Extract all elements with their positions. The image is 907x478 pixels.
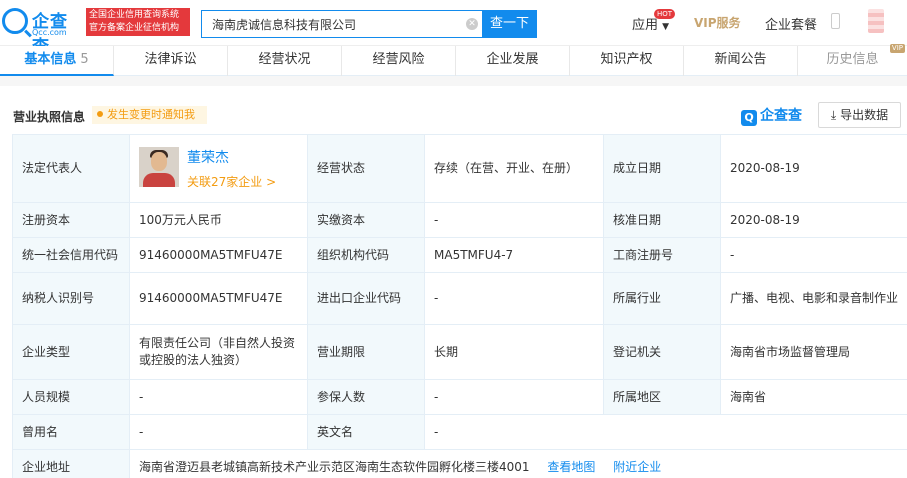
mobile-phone-icon[interactable] <box>831 13 840 29</box>
legal-rep-cell: 董荣杰 关联27家企业 > <box>129 134 308 203</box>
org-code-value: MA5TMFU4-7 <box>424 237 604 273</box>
notify-on-change-button[interactable]: 发生变更时通知我 <box>92 106 207 124</box>
table-row: 曾用名 - 英文名 - <box>12 414 907 450</box>
tab-business-status[interactable]: 经营状况 <box>228 46 342 76</box>
found-date-label: 成立日期 <box>603 134 721 203</box>
bell-icon <box>97 111 103 117</box>
search-button[interactable]: 查一下 <box>482 10 537 38</box>
paid-capital-value: - <box>424 202 604 238</box>
biz-reg-no-label: 工商注册号 <box>603 237 721 273</box>
import-export-value: - <box>424 272 604 325</box>
search-box: ✕ <box>201 10 482 38</box>
table-row: 统一社会信用代码 91460000MA5TMFU47E 组织机构代码 MA5TM… <box>12 237 907 273</box>
staff-label: 人员规模 <box>12 379 130 415</box>
nav-vip-service[interactable]: VIP服务 <box>694 14 741 31</box>
tab-enterprise-development[interactable]: 企业发展 <box>456 46 570 76</box>
qcc-logo-icon: Q <box>741 110 757 126</box>
search-input[interactable] <box>202 11 462 37</box>
insured-label: 参保人数 <box>307 379 425 415</box>
legal-rep-avatar[interactable] <box>139 147 179 187</box>
status-value: 存续（在营、开业、在册） <box>424 134 604 203</box>
former-name-value: - <box>129 414 308 450</box>
former-name-label: 曾用名 <box>12 414 130 450</box>
export-data-button[interactable]: ⤓ 导出数据 <box>818 102 901 128</box>
brand-watermark: Q 企查查 <box>741 105 802 126</box>
company-type-value: 有限责任公司（非自然人投资或控股的法人独资） <box>129 324 308 380</box>
tab-history-info[interactable]: 历史信息 VIP <box>798 44 907 76</box>
authority-value: 海南省市场监督管理局 <box>720 324 907 380</box>
taxpayer-value: 91460000MA5TMFU47E <box>129 272 308 325</box>
credit-code-value: 91460000MA5TMFU47E <box>129 237 308 273</box>
nav-enterprise-package[interactable]: 企业套餐 <box>765 14 817 33</box>
english-name-label: 英文名 <box>307 414 425 450</box>
download-icon: ⤓ <box>830 108 837 122</box>
tab-business-risk[interactable]: 经营风险 <box>342 46 456 76</box>
export-label: 导出数据 <box>840 108 889 122</box>
vip-badge: VIP <box>889 44 905 53</box>
related-companies-link[interactable]: 关联27家企业 > <box>187 174 276 191</box>
term-label: 营业期限 <box>307 324 425 380</box>
hot-badge: HOT <box>654 9 676 19</box>
legal-rep-label: 法定代表人 <box>12 134 130 203</box>
credit-code-label: 统一社会信用代码 <box>12 237 130 273</box>
tab-bar: 基本信息 5 法律诉讼 经营状况 经营风险 企业发展 知识产权 新闻公告 历史信息… <box>0 44 907 76</box>
paid-capital-label: 实缴资本 <box>307 202 425 238</box>
business-license-table: 法定代表人 董荣杰 关联27家企业 > 经营状态 存续（在营、开业、在册） 成立… <box>12 134 907 478</box>
table-row: 注册资本 100万元人民币 实缴资本 - 核准日期 2020-08-19 <box>12 202 907 238</box>
taxpayer-label: 纳税人识别号 <box>12 272 130 325</box>
table-row: 人员规模 - 参保人数 - 所属地区 海南省 <box>12 379 907 415</box>
section-title: 营业执照信息 <box>13 110 86 124</box>
region-label: 所属地区 <box>603 379 721 415</box>
english-name-value: - <box>424 414 907 450</box>
tab-legal-litigation[interactable]: 法律诉讼 <box>114 46 228 76</box>
slogan-banner: 全国企业信用查询系统 官方备案企业征信机构 <box>86 8 190 36</box>
clear-icon[interactable]: ✕ <box>466 18 478 30</box>
import-export-label: 进出口企业代码 <box>307 272 425 325</box>
view-map-link[interactable]: 查看地图 <box>547 460 595 474</box>
term-value: 长期 <box>424 324 604 380</box>
industry-label: 所属行业 <box>603 272 721 325</box>
approve-date-value: 2020-08-19 <box>720 202 907 238</box>
staff-value: - <box>129 379 308 415</box>
table-row: 企业地址 海南省澄迈县老城镇高新技术产业示范区海南生态软件园孵化楼三楼4001 … <box>12 449 907 478</box>
org-code-label: 组织机构代码 <box>307 237 425 273</box>
approve-date-label: 核准日期 <box>603 202 721 238</box>
brand-text: 企查查 <box>760 108 802 124</box>
section-separator <box>0 76 907 86</box>
insured-value: - <box>424 379 604 415</box>
address-value: 海南省澄迈县老城镇高新技术产业示范区海南生态软件园孵化楼三楼4001 <box>139 459 530 474</box>
legal-rep-name[interactable]: 董荣杰 <box>187 150 229 167</box>
tab-label: 基本信息 <box>24 52 77 67</box>
chevron-down-icon: ▼ <box>662 22 670 32</box>
biz-reg-no-value: - <box>720 237 907 273</box>
slogan-line2: 官方备案企业征信机构 <box>89 23 180 33</box>
logo-magnifier-icon <box>2 8 28 34</box>
tab-news[interactable]: 新闻公告 <box>684 46 798 76</box>
tab-count: 5 <box>80 52 89 67</box>
top-header: 企查查 Qcc.com 全国企业信用查询系统 官方备案企业征信机构 ✕ 查一下 … <box>0 0 907 57</box>
address-cell: 海南省澄迈县老城镇高新技术产业示范区海南生态软件园孵化楼三楼4001 查看地图 … <box>129 449 907 478</box>
qcc-logo[interactable]: 企查查 Qcc.com <box>2 6 82 57</box>
table-row: 企业类型 有限责任公司（非自然人投资或控股的法人独资） 营业期限 长期 登记机关… <box>12 324 907 380</box>
table-row: 法定代表人 董荣杰 关联27家企业 > 经营状态 存续（在营、开业、在册） 成立… <box>12 134 907 203</box>
reg-capital-label: 注册资本 <box>12 202 130 238</box>
reg-capital-value: 100万元人民币 <box>129 202 308 238</box>
table-row: 纳税人识别号 91460000MA5TMFU47E 进出口企业代码 - 所属行业… <box>12 272 907 325</box>
company-type-label: 企业类型 <box>12 324 130 380</box>
region-value: 海南省 <box>720 379 907 415</box>
industry-value: 广播、电视、电影和录音制作业 <box>720 272 907 325</box>
tab-label: 历史信息 <box>826 52 879 67</box>
nav-app-label: 应用 <box>632 18 659 33</box>
slogan-line1: 全国企业信用查询系统 <box>89 10 180 20</box>
authority-label: 登记机关 <box>603 324 721 380</box>
nearby-companies-link[interactable]: 附近企业 <box>613 460 661 474</box>
address-label: 企业地址 <box>12 449 130 478</box>
tab-basic-info[interactable]: 基本信息 5 <box>0 46 114 76</box>
logo-domain: Qcc.com <box>32 28 67 37</box>
found-date-value: 2020-08-19 <box>720 134 907 203</box>
notify-label: 发生变更时通知我 <box>107 108 195 121</box>
tab-intellectual-property[interactable]: 知识产权 <box>570 46 684 76</box>
user-avatar[interactable] <box>868 9 884 33</box>
status-label: 经营状态 <box>307 134 425 203</box>
